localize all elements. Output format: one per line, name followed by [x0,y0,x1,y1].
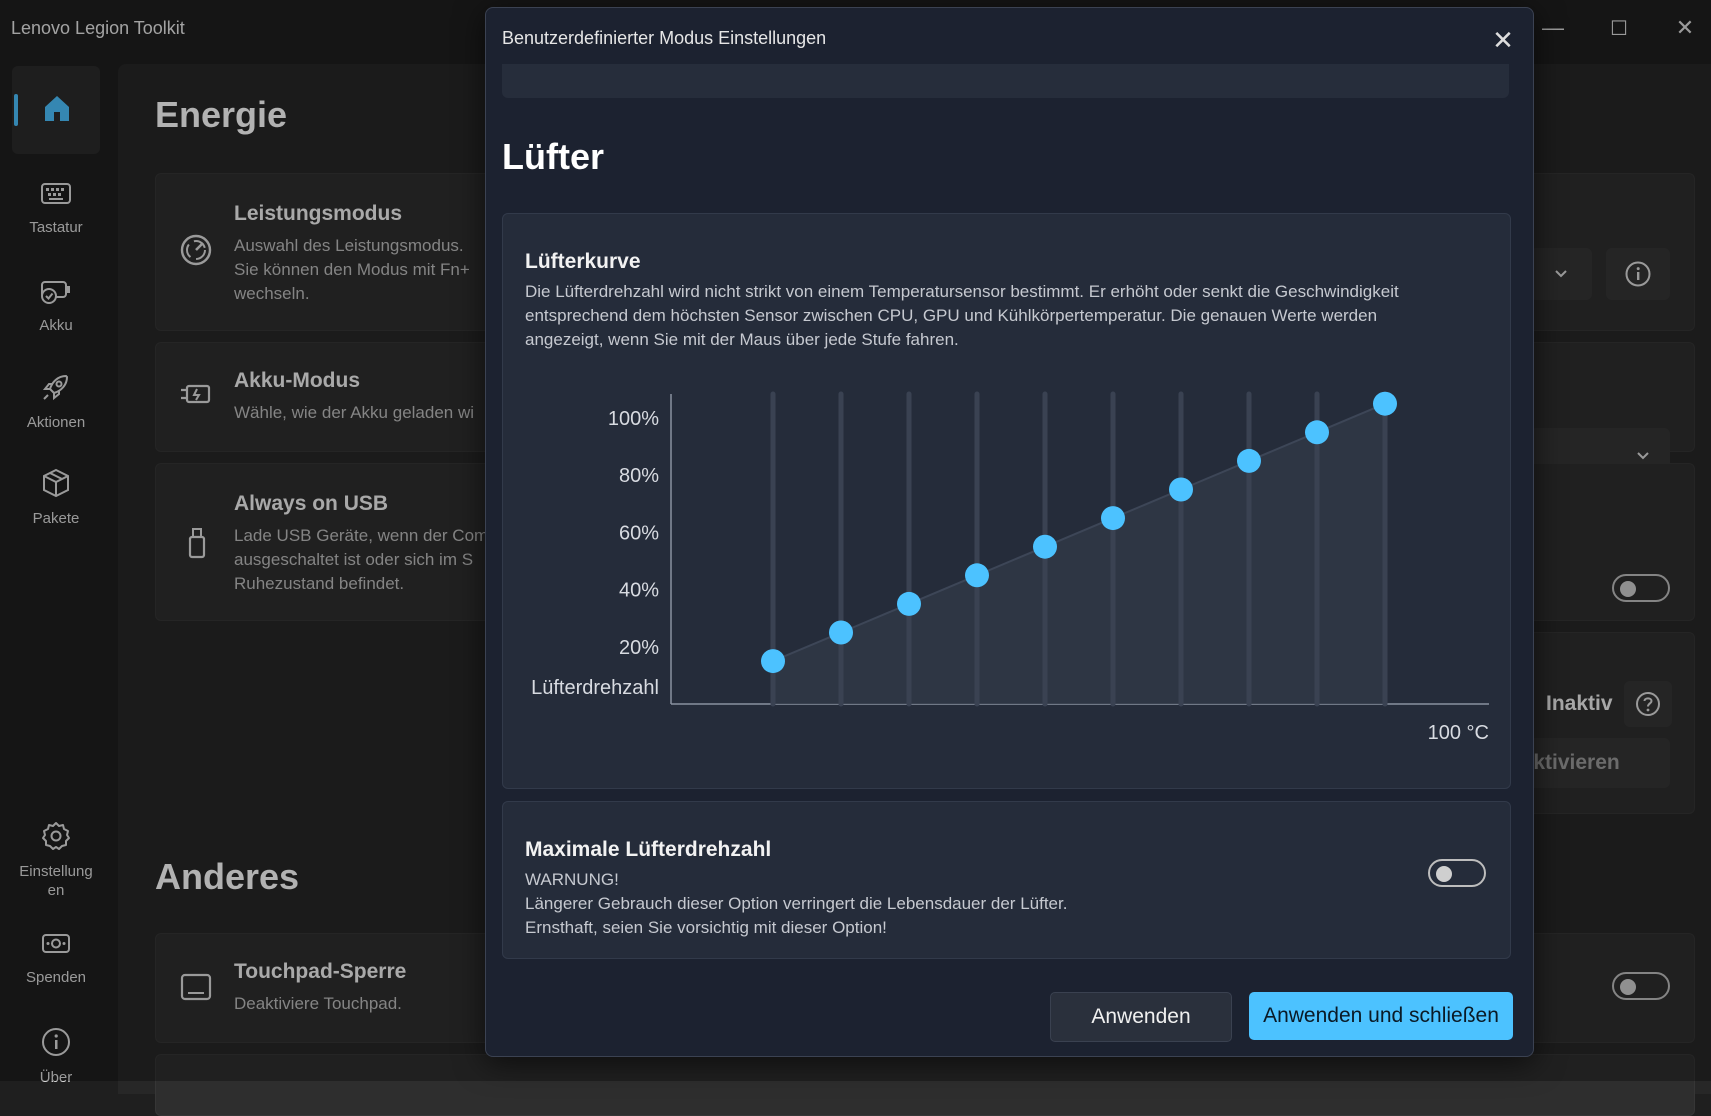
curve-point-5[interactable] [1033,534,1057,559]
curve-point-6[interactable] [1101,506,1125,531]
curve-point-3[interactable] [897,591,921,616]
curve-point-8[interactable] [1237,448,1261,473]
x-axis-label: 100 °C [1428,722,1489,744]
dialog-close-button[interactable]: ✕ [1483,20,1523,60]
curve-point-2[interactable] [829,620,853,645]
fan-curve-panel: Lüfterkurve Die Lüfterdrehzahl wird nich… [502,213,1511,789]
fan-curve-chart[interactable]: 100% 80% 60% 40% 20% Lüfterdrehzahl 100 °C [503,214,1510,788]
max-fan-title: Maximale Lüfterdrehzahl [525,838,772,861]
y-tick-label: 20% [619,637,659,659]
apply-button[interactable]: Anwenden [1050,992,1232,1042]
fan-section-heading: Lüfter [502,136,604,177]
dialog-title: Benutzerdefinierter Modus Einstellungen [502,28,827,48]
toggle-knob [1436,866,1452,882]
max-fan-description: WARNUNG! Längerer Gebrauch dieser Option… [525,870,1068,937]
y-axis-label: Lüfterdrehzahl [531,677,659,699]
y-tick-label: 100% [608,408,659,430]
custom-mode-dialog: Benutzerdefinierter Modus Einstellungen … [485,7,1534,1057]
y-tick-label: 40% [619,580,659,602]
previous-section-strip [502,64,1509,98]
max-fan-panel: Maximale Lüfterdrehzahl WARNUNG! Längere… [502,801,1511,959]
y-tick-label: 60% [619,522,659,544]
curve-area [773,403,1385,704]
apply-and-close-button[interactable]: Anwenden und schließen [1249,992,1513,1040]
y-tick-label: 80% [619,465,659,487]
curve-point-1[interactable] [761,649,785,674]
curve-point-4[interactable] [965,563,989,588]
curve-point-9[interactable] [1305,420,1329,445]
curve-point-7[interactable] [1169,477,1193,502]
max-fan-toggle[interactable] [1428,859,1486,887]
curve-point-10[interactable] [1373,391,1397,416]
